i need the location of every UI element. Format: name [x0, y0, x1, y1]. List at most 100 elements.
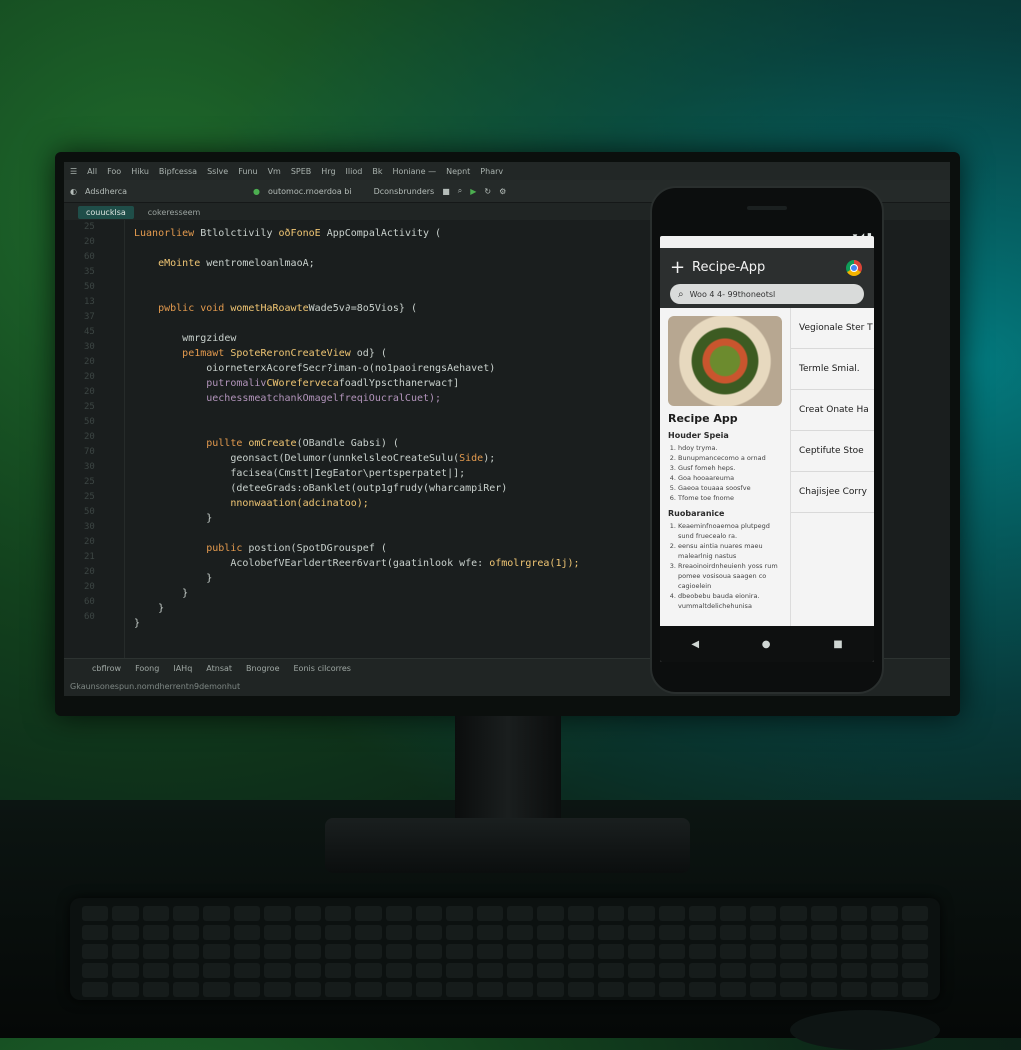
- code-token: oðFonoE: [278, 228, 327, 239]
- keyboard-key: [264, 982, 291, 997]
- tool-tab[interactable]: Atnsat: [206, 664, 232, 673]
- run-icon[interactable]: ▶: [470, 187, 476, 196]
- code-token: SpoteReronCreateView: [230, 348, 357, 359]
- line-number: 60: [84, 252, 95, 262]
- project-icon: ◐: [70, 186, 77, 196]
- home-icon[interactable]: ●: [762, 639, 771, 650]
- keyboard-key: [415, 906, 443, 921]
- app-title: Recipe-App: [692, 260, 766, 275]
- menu-item[interactable]: Vm: [268, 167, 281, 176]
- side-recipe-item[interactable]: Vegionale Ster T: [791, 308, 874, 349]
- menu-item[interactable]: SPEB: [291, 167, 311, 176]
- line-number: 25: [84, 477, 95, 487]
- code-token: Btlolctivily: [200, 228, 279, 239]
- menu-item[interactable]: Hiku: [131, 167, 149, 176]
- ingredient-item: hdoy tryma.: [678, 443, 782, 453]
- side-recipe-item[interactable]: Creat Onate Ha: [791, 390, 874, 431]
- back-icon[interactable]: ◀: [691, 639, 699, 650]
- code-line: pe1mawt SpoteReronCreateView od} (: [134, 346, 674, 361]
- menu-item[interactable]: Hrg: [321, 167, 335, 176]
- tool-tab[interactable]: IAHq: [173, 664, 192, 673]
- chrome-icon[interactable]: [846, 260, 862, 276]
- code-token: foadlYpscthanerwac†]: [338, 378, 460, 389]
- side-recipe-item[interactable]: Chajisjee Corry: [791, 472, 874, 513]
- debug-icon[interactable]: ■: [442, 187, 450, 196]
- code-line: eMointe wentromeloanlmaoA;: [134, 256, 674, 271]
- keyboard-key: [446, 925, 473, 940]
- keyboard-key: [840, 963, 868, 978]
- keyboard-key: [567, 944, 595, 959]
- keyboard-key: [233, 925, 261, 940]
- code-line: }: [134, 601, 674, 616]
- menu-item[interactable]: Bipfcessa: [159, 167, 197, 176]
- menu-item[interactable]: Nepnt: [446, 167, 470, 176]
- project-name[interactable]: Adsdherca: [85, 187, 127, 196]
- file-label[interactable]: Dconsbrunders: [374, 187, 435, 196]
- keyboard-key: [264, 906, 291, 921]
- code-token: pwblic void: [158, 303, 231, 314]
- menu-item[interactable]: Pharv: [480, 167, 503, 176]
- recipe-detail: Recipe App Houder Speia hdoy tryma.Bunup…: [660, 308, 790, 626]
- menu-item[interactable]: All: [87, 167, 97, 176]
- keyboard-key: [264, 963, 291, 978]
- code-token: nnonwaation(adcinatoo);: [230, 498, 369, 509]
- step-item: Rreaoinoirdnheuienh yoss rum pomee vosis…: [678, 561, 782, 591]
- code-token: pullte: [206, 438, 249, 449]
- tool-tab[interactable]: cbflrow: [92, 664, 121, 673]
- keyboard-key: [628, 906, 655, 921]
- menu-item[interactable]: Bk: [372, 167, 382, 176]
- keyboard-key: [142, 906, 170, 921]
- sync-icon[interactable]: ↻: [484, 187, 491, 196]
- keyboard-key: [901, 944, 928, 959]
- line-number: 60: [84, 597, 95, 607]
- run-config-select[interactable]: outomoc.rnoerdoa bi: [268, 187, 352, 196]
- keyboard-key: [476, 963, 503, 978]
- keyboard-key: [658, 925, 686, 940]
- keyboard-key: [719, 925, 746, 940]
- settings-icon[interactable]: ⚙: [499, 187, 506, 196]
- editor-tab[interactable]: couucklsa: [78, 205, 134, 219]
- menu-item[interactable]: Funu: [238, 167, 257, 176]
- tool-tab[interactable]: Bnogroe: [246, 664, 279, 673]
- keyboard-key: [658, 963, 686, 978]
- keyboard: [70, 898, 940, 1000]
- keyboard-key: [476, 906, 503, 921]
- menu-item[interactable]: Sslve: [207, 167, 228, 176]
- editor-tab[interactable]: cokeresseem: [140, 206, 209, 219]
- plus-icon[interactable]: +: [670, 257, 685, 278]
- keyboard-key: [324, 925, 352, 940]
- tool-tab[interactable]: Eonis cilcorres: [294, 664, 351, 673]
- keyboard-key: [598, 982, 625, 997]
- keyboard-key: [446, 982, 473, 997]
- code-line: (deteeGrads:oBanklet(outp1gfrudy(wharcam…: [134, 481, 674, 496]
- keyboard-key: [719, 944, 746, 959]
- line-number: 50: [84, 282, 95, 292]
- search-icon[interactable]: ⌕: [458, 186, 462, 196]
- code-token: facisea(Cmstt|IegEator\pertsperpatet|];: [230, 468, 466, 479]
- code-line: }: [134, 511, 674, 526]
- recipe-title: Recipe App: [668, 412, 738, 425]
- keyboard-key: [780, 906, 807, 921]
- menu-item[interactable]: Iliod: [346, 167, 363, 176]
- code-token: }: [134, 618, 141, 629]
- keyboard-key: [537, 982, 564, 997]
- smartphone: ▾◢ ▮ + Recipe-App ⌕ Woo 4 4- 99thoneotsl…: [650, 186, 884, 694]
- keyboard-key: [810, 963, 837, 978]
- code-line: putromalivCWorefervecafoadlYpscthanerwac…: [134, 376, 674, 391]
- keyboard-key: [780, 925, 807, 940]
- recents-icon[interactable]: ■: [833, 639, 842, 650]
- line-number: 30: [84, 522, 95, 532]
- line-number: 70: [84, 447, 95, 457]
- side-recipe-item[interactable]: Termle Smial.: [791, 349, 874, 390]
- menu-item[interactable]: Foo: [107, 167, 121, 176]
- search-input[interactable]: ⌕ Woo 4 4- 99thoneotsl: [670, 284, 864, 304]
- food-image[interactable]: [668, 316, 782, 406]
- tool-tab[interactable]: Foong: [135, 664, 159, 673]
- hamburger-icon[interactable]: ☰: [70, 167, 77, 176]
- keyboard-key: [598, 963, 625, 978]
- menu-item[interactable]: Honiane —: [392, 167, 436, 176]
- code-area[interactable]: Luanorliew Btlolctivily oðFonoE AppCompa…: [134, 226, 674, 631]
- side-recipe-item[interactable]: Ceptifute Stoe: [791, 431, 874, 472]
- keyboard-key: [82, 925, 109, 940]
